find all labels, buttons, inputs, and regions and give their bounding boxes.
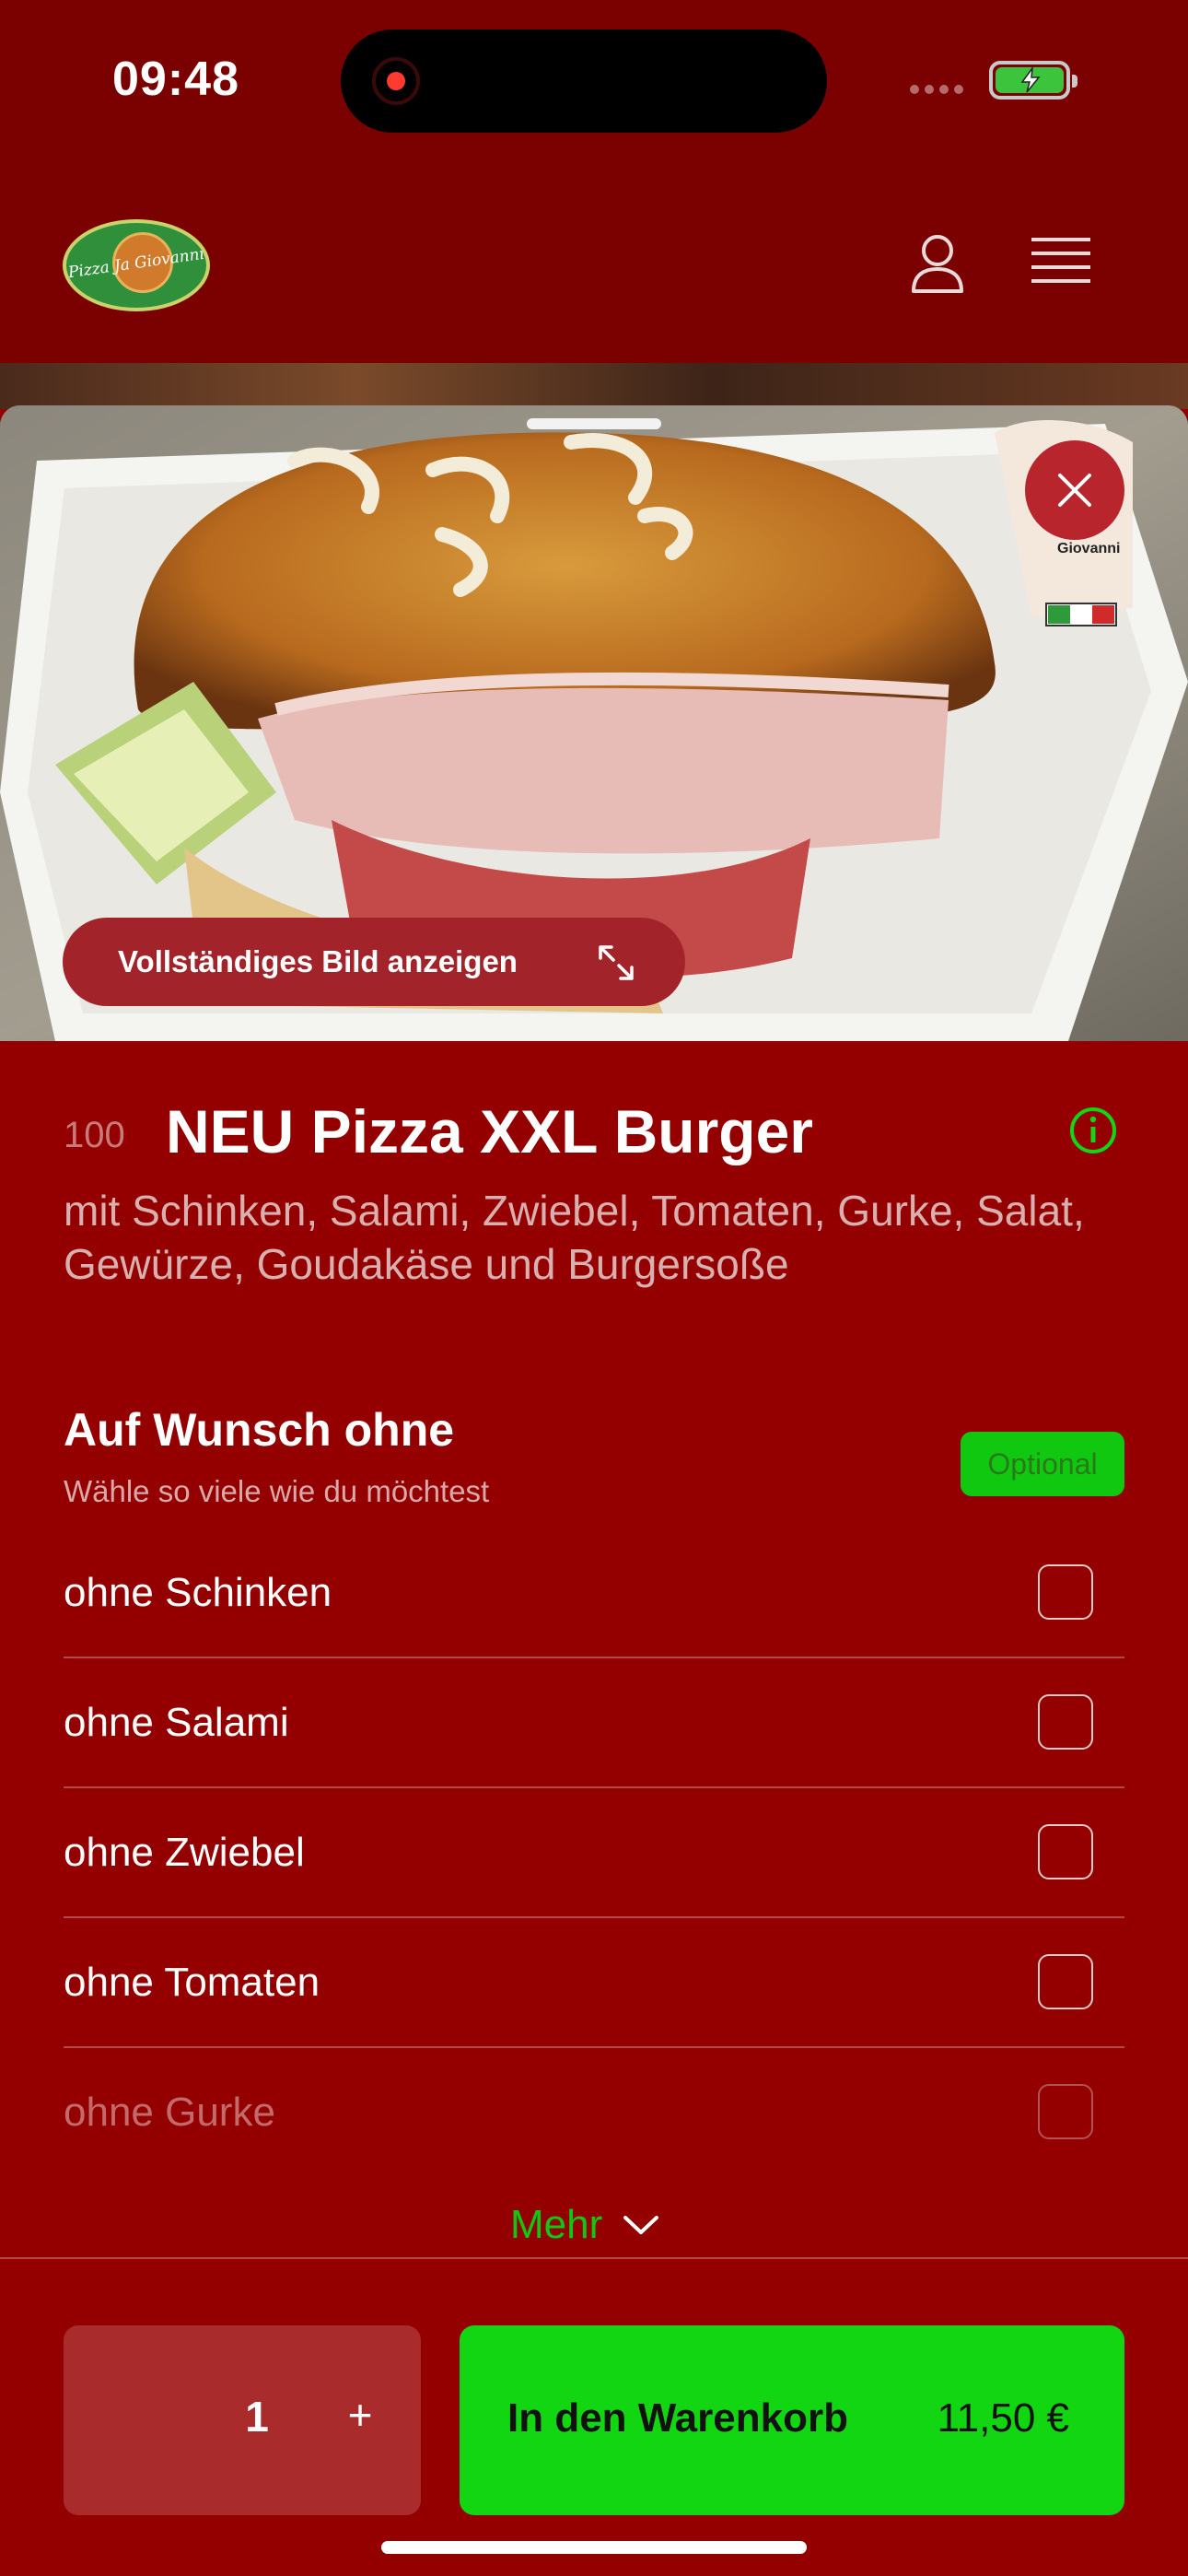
quantity-stepper[interactable]: 1 +	[64, 2325, 421, 2515]
svg-text:Giovanni: Giovanni	[1057, 541, 1120, 556]
option-checkbox[interactable]	[1038, 1954, 1093, 2009]
info-icon[interactable]	[1068, 1106, 1118, 1155]
signal-icon	[910, 85, 963, 94]
recording-indicator-icon	[372, 57, 420, 105]
options-section-title: Auf Wunsch ohne	[64, 1404, 455, 1456]
sheet-grabber[interactable]	[527, 418, 661, 429]
show-more-label: Mehr	[510, 2202, 603, 2247]
option-checkbox[interactable]	[1038, 1824, 1093, 1879]
quantity-value: 1	[245, 2393, 269, 2441]
option-label: ohne Zwiebel	[64, 1830, 305, 1875]
product-title: NEU Pizza XXL Burger	[166, 1097, 813, 1165]
quantity-plus-button[interactable]: +	[332, 2390, 388, 2440]
restaurant-logo[interactable]: Pizza Ja Giovanni	[63, 219, 210, 311]
optional-badge: Optional	[961, 1432, 1124, 1496]
option-label: ohne Salami	[64, 1700, 289, 1745]
user-account-icon[interactable]	[910, 232, 965, 295]
product-description: mit Schinken, Salami, Zwiebel, Tomaten, …	[64, 1187, 1085, 1288]
option-checkbox[interactable]	[1038, 2084, 1093, 2139]
bottom-action-bar: 1 + In den Warenkorb 11,50 €	[0, 2257, 1188, 2576]
option-row[interactable]: ohne Schinken	[64, 1529, 1124, 1658]
product-number: 100	[64, 1115, 125, 1155]
expand-icon	[599, 945, 634, 980]
option-label: ohne Schinken	[64, 1570, 332, 1615]
option-row[interactable]: ohne Gurke	[64, 2049, 1124, 2178]
close-button[interactable]	[1025, 440, 1124, 540]
show-full-image-label: Vollständiges Bild anzeigen	[118, 944, 518, 978]
home-indicator[interactable]	[381, 2541, 807, 2554]
option-checkbox[interactable]	[1038, 1564, 1093, 1620]
product-details: 100 NEU Pizza XXL Burger mit Schinken, S…	[0, 1041, 1188, 2257]
show-more-button[interactable]: Mehr	[510, 2202, 659, 2248]
status-bar: 09:48	[0, 0, 1188, 157]
options-section-subtitle: Wähle so viele wie du möchtest	[64, 1474, 490, 1508]
show-full-image-button[interactable]: Vollständiges Bild anzeigen	[63, 918, 685, 1006]
option-label: ohne Tomaten	[64, 1960, 320, 2005]
battery-charging-icon	[989, 61, 1077, 100]
status-time: 09:48	[112, 53, 239, 106]
option-row[interactable]: ohne Zwiebel	[64, 1789, 1124, 1918]
add-to-cart-price: 11,50 €	[937, 2395, 1069, 2441]
app-header: Pizza Ja Giovanni	[0, 157, 1188, 363]
option-label: ohne Gurke	[64, 2090, 275, 2135]
close-icon	[1058, 474, 1091, 507]
add-to-cart-label: In den Warenkorb	[507, 2395, 848, 2441]
chevron-down-icon	[623, 2216, 659, 2234]
option-row[interactable]: ohne Tomaten	[64, 1919, 1124, 2048]
option-row[interactable]: ohne Salami	[64, 1659, 1124, 1788]
add-to-cart-button[interactable]: In den Warenkorb 11,50 €	[460, 2325, 1124, 2515]
product-image: Giovanni Vollständiges Bild anzeigen	[0, 405, 1188, 1041]
hamburger-menu-icon[interactable]	[1031, 236, 1090, 286]
option-checkbox[interactable]	[1038, 1694, 1093, 1750]
background-page-peek	[0, 363, 1188, 409]
